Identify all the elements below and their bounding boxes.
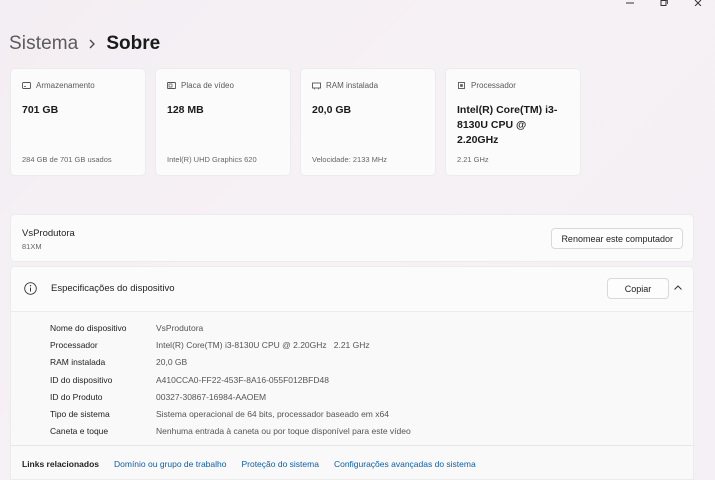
spec-label: ID do dispositivo [50,374,113,385]
device-name-row: VsProdutora 81XM Renomear este computado… [10,214,694,262]
chevron-right-icon [78,39,106,49]
spec-label: Tipo de sistema [50,409,110,420]
spec-row: Nome do dispositivo VsProdutora [50,319,411,336]
spec-value: 20,0 GB [156,357,188,368]
domain-workgroup-link[interactable]: Domínio ou grupo de trabalho [114,459,226,469]
spec-row: Processador Intel(R) Core(TM) i3-8130U C… [50,336,411,353]
restore-icon [660,0,668,6]
spec-value: Nenhuma entrada à caneta ou por toque di… [156,426,411,437]
chevron-up-icon[interactable] [673,283,683,293]
minimize-button[interactable] [613,0,647,10]
spec-value: 00327-30867-16984-AAOEM [156,391,267,402]
device-specs-title: Especificações do dispositivo [51,283,175,294]
advanced-system-settings-link[interactable]: Configurações avançadas do sistema [334,459,476,469]
spec-cards: Armazenamento 701 GB 284 GB de 701 GB us… [10,68,581,176]
spec-row: RAM instalada 20,0 GB [50,354,411,371]
spec-rows: Nome do dispositivo VsProdutora Processa… [50,319,411,440]
card-label: Armazenamento [36,81,95,90]
device-specs-panel: Especificações do dispositivo Copiar Nom… [10,266,694,480]
window-controls [613,0,715,10]
spec-value: Sistema operacional de 64 bits, processa… [156,409,389,420]
ram-icon [312,81,321,90]
spec-label: ID do Produto [50,391,103,402]
rename-computer-button[interactable]: Renomear este computador [551,228,683,249]
device-name: VsProdutora [22,228,75,239]
spec-label: Caneta e toque [50,426,109,437]
gpu-icon [167,81,176,90]
card-subtext: Velocidade: 2133 MHz [312,155,388,164]
card-gpu[interactable]: Placa de vídeo 128 MB Intel(R) UHD Graph… [155,68,291,176]
card-value: 20,0 GB [312,104,352,116]
spec-row: Caneta e toque Nenhuma entrada à caneta … [50,423,411,440]
card-value: Intel(R) Core(TM) i3-8130U CPU @ 2.20GHz [457,104,558,146]
minimize-icon [626,2,634,4]
related-links-label: Links relacionados [22,458,99,469]
copy-button[interactable]: Copiar [607,278,669,299]
maximize-button[interactable] [647,0,681,10]
card-label: RAM instalada [326,81,379,90]
card-subtext: Intel(R) UHD Graphics 620 [167,155,257,164]
card-value: 128 MB [167,104,204,116]
breadcrumb: Sistema Sobre [9,31,160,57]
card-label: Placa de vídeo [181,81,234,90]
close-button[interactable] [681,0,715,10]
spec-row: Tipo de sistema Sistema operacional de 6… [50,405,411,422]
card-subtext: 2.21 GHz [457,155,489,164]
info-icon [24,282,37,295]
spec-row: ID do dispositivo A410CCA0-FF22-453F-8A1… [50,371,411,388]
card-storage[interactable]: Armazenamento 701 GB 284 GB de 701 GB us… [10,68,146,176]
spec-value: VsProdutora [156,322,204,333]
spec-value: Intel(R) Core(TM) i3-8130U CPU @ 2.20GHz… [156,339,370,350]
card-label: Processador [471,81,516,90]
related-links: Links relacionados Domínio ou grupo de t… [11,445,693,479]
breadcrumb-parent[interactable]: Sistema [9,33,78,55]
spec-label: RAM instalada [50,357,106,368]
cpu-icon [457,81,466,90]
page-title: Sobre [106,33,161,54]
storage-icon [22,81,31,90]
card-cpu[interactable]: Processador Intel(R) Core(TM) i3-8130U C… [445,68,581,176]
card-value: 701 GB [22,104,59,116]
system-protection-link[interactable]: Proteção do sistema [241,459,318,469]
spec-row: ID do Produto 00327-30867-16984-AAOEM [50,388,411,405]
spec-label: Nome do dispositivo [50,322,127,333]
spec-value: A410CCA0-FF22-453F-8A16-055F012BFD48 [156,374,329,385]
card-ram[interactable]: RAM instalada 20,0 GB Velocidade: 2133 M… [300,68,436,176]
close-icon [694,0,702,6]
card-subtext: 284 GB de 701 GB usados [22,155,112,164]
spec-label: Processador [50,339,98,350]
device-specs-header[interactable]: Especificações do dispositivo Copiar [11,267,693,312]
device-model: 81XM [22,242,42,251]
